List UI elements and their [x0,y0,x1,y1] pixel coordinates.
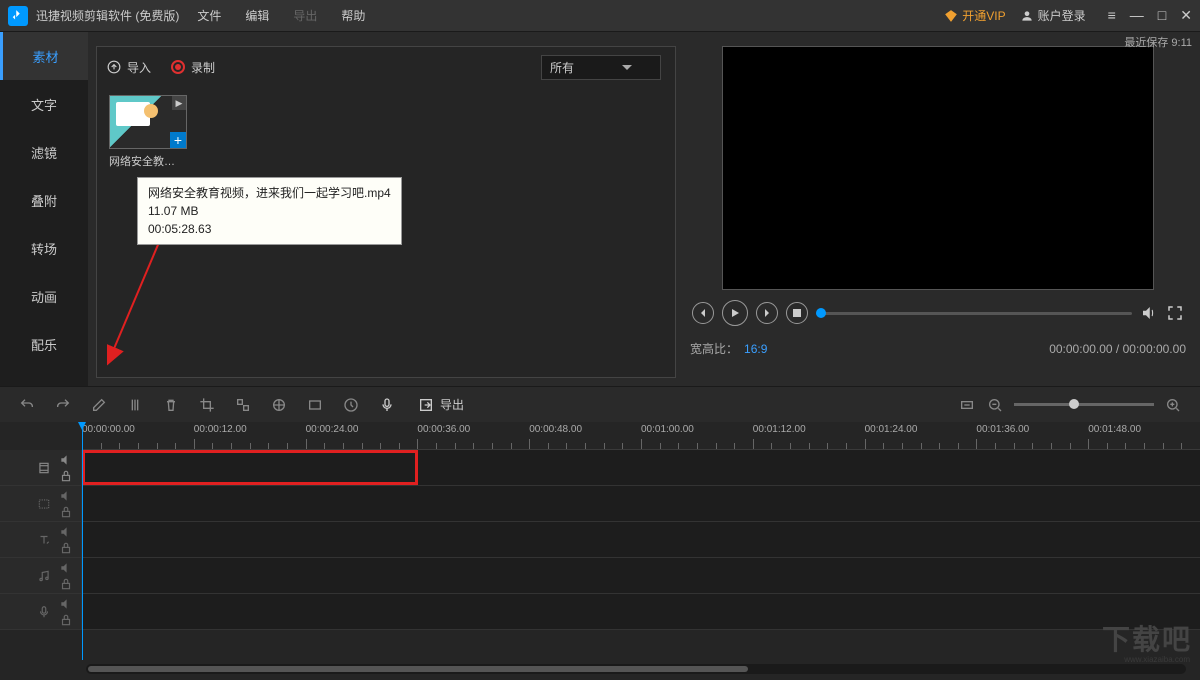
sound-icon[interactable] [59,597,73,611]
track-pip[interactable] [0,486,1200,522]
lock-icon[interactable] [59,613,73,627]
zoom-in-button[interactable] [1164,396,1182,414]
volume-icon[interactable] [1140,304,1158,322]
tab-transition[interactable]: 转场 [0,224,88,272]
tab-filter[interactable]: 滤镜 [0,128,88,176]
text-track-icon [37,533,51,547]
lock-icon[interactable] [59,577,73,591]
zoom-knob[interactable] [1069,399,1079,409]
preview-canvas[interactable] [722,46,1154,290]
crop-button[interactable] [198,396,216,414]
hamburger-icon[interactable]: ≡ [1108,7,1116,24]
app-icon [8,6,28,26]
lock-icon[interactable] [59,505,73,519]
menu-edit[interactable]: 编辑 [245,7,269,24]
last-saved-label: 最近保存 9:11 [1124,34,1192,50]
mosaic-button[interactable] [234,396,252,414]
media-panel: 导入 录制 所有 ▶ + 网络安全教… 网络安全教育视频，进来我们一起学习吧.m… [96,46,676,378]
timeline: 00:00:00.0000:00:12.0000:00:24.0000:00:3… [0,422,1200,680]
record-button[interactable]: 录制 [171,59,215,76]
app-title: 迅捷视频剪辑软件 (免费版) [36,7,179,24]
progress-knob[interactable] [816,308,826,318]
timeline-toolbar: 导出 [0,386,1200,422]
voiceover-button[interactable] [378,396,396,414]
clip-type-icon: ▶ [172,96,186,110]
film-icon [37,461,51,475]
aspect-label: 宽高比： [690,340,738,357]
track-text[interactable] [0,522,1200,558]
user-icon [1020,9,1034,23]
aspect-value[interactable]: 16:9 [744,342,767,356]
tab-animation[interactable]: 动画 [0,272,88,320]
preview-timecode: 00:00:00.00 / 00:00:00.00 [1049,342,1186,356]
fullscreen-icon[interactable] [1166,304,1184,322]
preview-panel: 宽高比： 16:9 00:00:00.00 / 00:00:00.00 [676,32,1200,386]
sound-icon[interactable] [59,453,73,467]
close-button[interactable]: ✕ [1180,7,1192,24]
tab-overlay[interactable]: 叠附 [0,176,88,224]
freeze-button[interactable] [270,396,288,414]
zoom-out-button[interactable] [986,396,1004,414]
timeline-ruler[interactable]: 00:00:00.0000:00:12.0000:00:24.0000:00:3… [82,422,1200,450]
sound-icon[interactable] [59,561,73,575]
duration-button[interactable] [342,396,360,414]
tab-music[interactable]: 配乐 [0,320,88,368]
menu-help[interactable]: 帮助 [341,7,365,24]
zoom-slider[interactable] [1014,403,1154,406]
scrollbar-thumb[interactable] [88,666,748,672]
sound-icon[interactable] [59,525,73,539]
title-bar: 迅捷视频剪辑软件 (免费版) 文件 编辑 导出 帮助 开通VIP 账户登录 ≡ … [0,0,1200,32]
watermark: 下载吧 [1102,618,1192,658]
prev-frame-button[interactable] [692,302,714,324]
minimize-button[interactable]: — [1130,7,1144,24]
music-icon [37,569,51,583]
timeline-scrollbar[interactable] [86,664,1186,674]
playhead[interactable] [82,422,83,660]
track-voice[interactable] [0,594,1200,630]
sound-icon[interactable] [59,489,73,503]
watermark-url: www.xiazaiba.com [1124,655,1190,664]
chevron-down-icon [622,65,632,70]
undo-button[interactable] [18,396,36,414]
fit-timeline-button[interactable] [958,396,976,414]
export-icon [418,397,434,413]
edit-button[interactable] [90,396,108,414]
menu-export[interactable]: 导出 [293,7,317,24]
pip-icon [37,497,51,511]
zoom-preview-button[interactable] [306,396,324,414]
split-button[interactable] [126,396,144,414]
import-button[interactable]: 导入 [107,59,151,76]
play-button[interactable] [722,300,748,326]
track-music[interactable] [0,558,1200,594]
mic-icon [37,605,51,619]
annotation-highlight [82,450,418,485]
media-clip[interactable]: ▶ + 网络安全教… [109,95,187,169]
lock-icon[interactable] [59,469,73,483]
progress-bar[interactable] [816,312,1132,315]
delete-button[interactable] [162,396,180,414]
media-clip-label: 网络安全教… [109,153,187,169]
tab-text[interactable]: 文字 [0,80,88,128]
diamond-icon [944,9,958,23]
export-button[interactable]: 导出 [418,396,464,413]
next-frame-button[interactable] [756,302,778,324]
vip-button[interactable]: 开通VIP [944,7,1005,24]
media-tooltip: 网络安全教育视频，进来我们一起学习吧.mp4 11.07 MB 00:05:28… [137,177,402,245]
stop-button[interactable] [786,302,808,324]
tab-media[interactable]: 素材 [0,32,88,80]
redo-button[interactable] [54,396,72,414]
login-button[interactable]: 账户登录 [1020,7,1086,24]
media-filter-select[interactable]: 所有 [541,55,661,80]
left-sidebar: 素材 文字 滤镜 叠附 转场 动画 配乐 [0,32,88,386]
record-icon [171,60,185,74]
menu-file[interactable]: 文件 [197,7,221,24]
lock-icon[interactable] [59,541,73,555]
import-icon [107,60,121,74]
add-to-timeline-button[interactable]: + [170,132,186,148]
maximize-button[interactable]: □ [1158,7,1166,24]
